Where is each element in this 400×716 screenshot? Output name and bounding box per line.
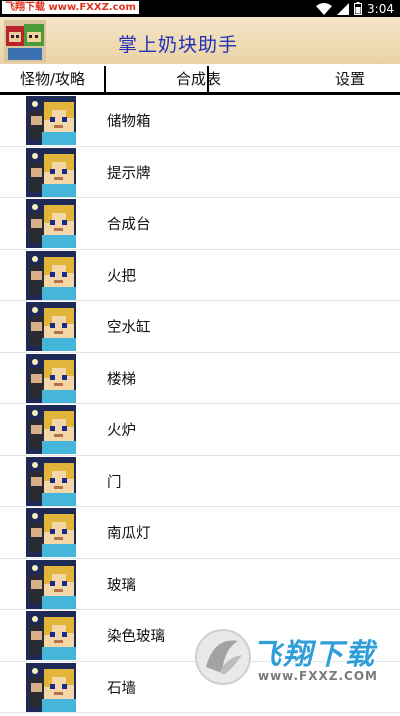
list-item-label: 楼梯 [107,371,136,388]
list-item[interactable]: 火炉 [0,404,400,456]
status-bar: 飞翔下载 www.FXXZ.com 3:04 [0,0,400,17]
list-item-label: 提示牌 [107,165,151,182]
pixel-character-icon [26,405,76,454]
list-item[interactable]: 提示牌 [0,147,400,198]
list-item[interactable]: 储物箱 [0,95,400,147]
pixel-character-icon [26,250,76,300]
list-item[interactable]: 玻璃 [0,559,400,610]
pixel-character-icon [26,353,76,403]
wifi-icon [316,2,333,15]
list-item-label: 储物箱 [107,114,151,130]
pixel-character-icon [26,508,76,557]
signal-icon [337,2,350,15]
list-item[interactable]: 南瓜灯 [0,507,400,559]
tab-monsters-guides[interactable]: 怪物/攻略 [20,68,85,89]
pixel-character-icon [26,611,76,660]
clock: 3:04 [367,1,394,16]
list-item[interactable]: 合成台 [0,198,400,250]
watermark-text: 飞翔下载 www.FXXZ.com [2,1,139,14]
tab-bar: 怪物/攻略 合成表 设置 [0,64,400,95]
pixel-character-icon [26,199,76,248]
watermark-url: www.FXXZ.COM [258,669,378,683]
status-icons: 3:04 [316,0,394,17]
page-title: 掌上奶块助手 [118,34,239,56]
battery-icon [354,2,363,15]
list-item[interactable]: 楼梯 [0,353,400,404]
tab-recipes[interactable]: 合成表 [176,68,221,89]
list-item-label: 合成台 [107,217,151,233]
list-item-label: 石墙 [107,680,136,697]
watermark-logo-icon [195,629,251,685]
pixel-character-icon [26,302,76,351]
list-item[interactable]: 火把 [0,250,400,301]
watermark-brand: 飞翔下载 [252,637,377,671]
pixel-character-icon [26,147,76,197]
tab-indicator [207,66,209,92]
list-item-label: 染色玻璃 [107,629,165,645]
pixel-character-icon [26,559,76,609]
app-icon [4,20,46,62]
list-item-label: 火把 [107,268,136,285]
list-item-label: 火炉 [107,423,136,439]
tab-settings[interactable]: 设置 [335,68,365,89]
list-item[interactable]: 门 [0,456,400,507]
list-item-label: 门 [107,474,122,491]
pixel-character-icon [26,96,76,145]
recipe-list: 储物箱提示牌合成台火把空水缸楼梯火炉门南瓜灯玻璃染色玻璃石墙 [0,95,400,713]
pixel-character-icon [26,662,76,712]
pixel-character-icon [26,456,76,506]
list-item-label: 空水缸 [107,320,151,336]
list-item-label: 南瓜灯 [107,526,151,542]
site-watermark: 飞翔下载 www.FXXZ.COM [194,627,390,689]
list-item[interactable]: 空水缸 [0,301,400,353]
tab-divider [104,66,106,92]
list-item-label: 玻璃 [107,577,136,594]
